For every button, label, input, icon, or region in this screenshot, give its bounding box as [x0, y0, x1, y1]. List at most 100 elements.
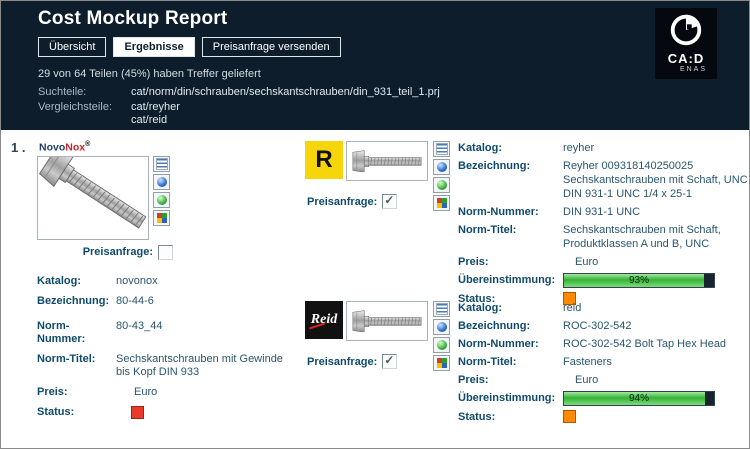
color-grid-icon — [156, 212, 167, 223]
app-header: Cost Mockup Report Übersicht Ergebnisse … — [1, 1, 749, 130]
katalog-value: reid — [563, 302, 582, 314]
source-part-toolbar — [153, 155, 170, 240]
sphere-green-icon — [436, 340, 447, 350]
logo-line2: ENAS — [679, 66, 707, 73]
bezeichnung-value: ROC-302-542 — [563, 320, 632, 332]
bezeichnung-label: Bezeichnung: — [458, 160, 531, 172]
color-table-button[interactable] — [433, 355, 450, 371]
novonox-brand-label: NovoNox® — [39, 138, 307, 155]
preisanfrage-label: Preisanfrage: — [307, 195, 378, 208]
sphere-blue-icon — [436, 322, 447, 332]
cadenas-logo: CA:D ENAS — [655, 8, 717, 79]
result-row-index: 1 . — [11, 140, 26, 155]
match-progress-bar: 93% — [563, 273, 715, 288]
search-parts-value: cat/norm/din/schrauben/sechskantschraube… — [131, 86, 440, 98]
source-part-fields: Katalog: novonox Bezeichnung: 80-44-6 No… — [37, 275, 307, 423]
match-preisanfrage-row: Preisanfrage: — [305, 193, 429, 209]
source-preisanfrage-row: Preisanfrage: — [37, 244, 173, 260]
brand-suffix: Nox — [65, 141, 86, 154]
match-toolbar — [433, 301, 450, 431]
tab-bar: Übersicht Ergebnisse Preisanfrage versen… — [38, 37, 341, 57]
norm-titel-value: Fasteners — [563, 356, 612, 368]
status-indicator — [131, 405, 144, 419]
reyher-logo: R — [305, 141, 343, 179]
sphere-blue-icon — [156, 176, 167, 187]
norm-titel-label: Norm-Titel: — [37, 352, 96, 365]
preis-label: Preis: — [458, 256, 489, 268]
reid-logo: Reid — [305, 301, 343, 339]
match-media: R Preisanfrage: ✓ — [305, 141, 429, 313]
match-preisanfrage-row: Preisanfrage: — [305, 353, 429, 369]
search-parts-label: Suchteile: — [38, 86, 87, 98]
field-bezeichnung: Bezeichnung: 80-44-6 — [37, 295, 307, 308]
cadenas-logo-text: CA:D ENAS — [655, 52, 717, 75]
preis-value: Euro — [134, 385, 158, 398]
preisanfrage-checkbox[interactable] — [382, 353, 398, 369]
match-percent-row: Übereinstimmung: 93% — [458, 273, 749, 288]
reid-logo-text: Reid — [310, 312, 338, 327]
tab-ergebnisse[interactable]: Ergebnisse — [113, 37, 195, 57]
sphere-green-icon — [436, 180, 447, 190]
norm-titel-label: Norm-Titel: — [458, 356, 517, 368]
preis-value: Euro — [575, 256, 599, 268]
details-button[interactable] — [433, 141, 450, 157]
preview-3d-button[interactable] — [433, 159, 450, 175]
norm-nummer-label: Norm-Nummer: — [37, 319, 86, 345]
field-norm-titel: Norm-Titel: Sechskantschrauben mit Gewin… — [37, 353, 307, 379]
progress-text: 94% — [628, 393, 649, 404]
match-media: Reid Preisanfrage: ✓ — [305, 301, 429, 431]
brand-prefix: Novo — [39, 141, 66, 154]
norm-titel-label: Norm-Titel: — [458, 224, 517, 236]
preis-value: Euro — [575, 374, 599, 386]
hex-bolt-image — [352, 309, 422, 333]
cadenas-logo-icon — [670, 14, 702, 46]
sphere-green-icon — [156, 194, 167, 205]
tab-uebersicht[interactable]: Übersicht — [38, 37, 107, 57]
field-preis: Preis: Euro — [37, 386, 307, 399]
norm-titel-value: Sechskantschrauben mit Gewinde bis Kopf … — [116, 352, 283, 378]
norm-nummer-value: 80-43_44 — [116, 319, 163, 332]
tab-preisanfrage-versenden[interactable]: Preisanfrage versenden — [201, 37, 341, 57]
preisanfrage-checkbox[interactable] — [382, 193, 398, 209]
material-view-button[interactable] — [153, 191, 170, 208]
page-title: Cost Mockup Report — [38, 8, 228, 29]
source-part-panel: NovoNox® Preisanfrage: Katalog: novonox … — [37, 138, 307, 430]
hex-bolt-image — [38, 156, 147, 229]
progress-text: 93% — [628, 275, 649, 286]
katalog-label: Katalog: — [37, 274, 81, 287]
details-button[interactable] — [153, 155, 170, 172]
compare-parts-value-1: cat/reyher — [131, 101, 180, 113]
bezeichnung-label: Bezeichnung: — [458, 320, 531, 332]
match-details: Katalog: reid Bezeichnung: ROC-302-542 Nor… — [458, 301, 749, 431]
status-label: Status: — [458, 411, 496, 423]
list-icon — [155, 157, 168, 170]
preisanfrage-checkbox[interactable] — [158, 244, 173, 260]
cost-mockup-report-page: Cost Mockup Report Übersicht Ergebnisse … — [0, 0, 750, 449]
preview-3d-button[interactable] — [433, 319, 450, 335]
color-table-button[interactable] — [433, 195, 450, 211]
material-view-button[interactable] — [433, 177, 450, 193]
match-progress-bar: 94% — [563, 391, 715, 406]
source-part-image — [37, 155, 149, 240]
match-part-image — [346, 301, 428, 341]
norm-nummer-value: ROC-302-542 Bolt Tap Hex Head — [563, 338, 727, 350]
preis-label: Preis: — [37, 385, 68, 398]
match-details: Katalog: reyher Bezeichnung: Reyher 009318… — [458, 141, 749, 313]
norm-nummer-value: DIN 931-1 UNC — [563, 206, 641, 218]
results-summary: 29 von 64 Teilen (45%) haben Treffer gel… — [38, 68, 261, 80]
field-norm-nummer: Norm-Nummer: 80-43_44 — [37, 320, 307, 346]
list-icon — [435, 143, 448, 155]
katalog-label: Katalog: — [458, 142, 502, 154]
compare-parts-value-2: cat/reid — [131, 114, 168, 126]
match-panel-reid: Reid Preisanfrage: ✓ Katalog: reid Bezei… — [305, 301, 749, 431]
match-toolbar — [433, 141, 450, 313]
match-panel-reyher: R Preisanfrage: ✓ Katalog: reyher Bezeic… — [305, 141, 749, 313]
katalog-value: novonox — [116, 274, 158, 287]
material-view-button[interactable] — [433, 337, 450, 353]
field-katalog: Katalog: novonox — [37, 275, 307, 288]
preisanfrage-label: Preisanfrage: — [82, 246, 153, 258]
bezeichnung-label: Bezeichnung: — [37, 294, 110, 307]
details-button[interactable] — [433, 301, 450, 317]
color-table-button[interactable] — [153, 209, 170, 226]
preview-3d-button[interactable] — [153, 173, 170, 190]
